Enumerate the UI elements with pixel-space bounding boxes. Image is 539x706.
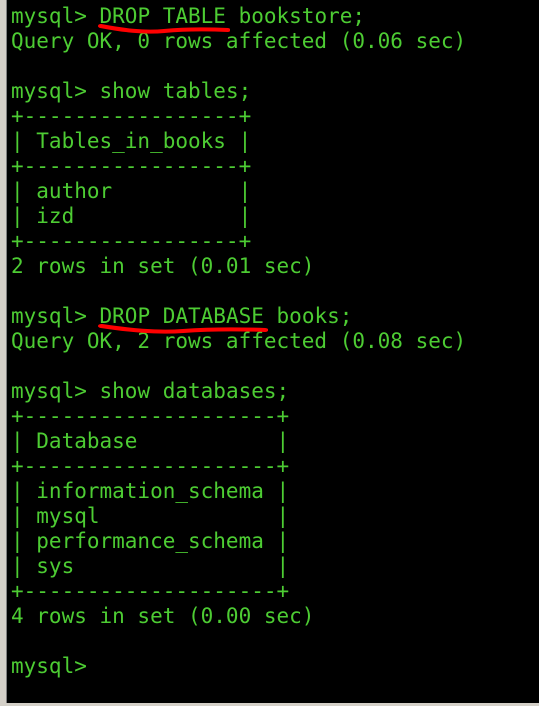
command-line: mysql> DROP DATABASE books; [11,304,539,334]
output-line: 4 rows in set (0.00 sec) [11,604,315,628]
highlighted-command: DROP TABLE [97,4,230,34]
command-text: show databases; [99,379,290,403]
highlighted-command-text: DROP DATABASE [99,304,264,328]
mysql-prompt: mysql> [11,4,100,28]
output-line: Query OK, 2 rows affected (0.08 sec) [11,329,467,353]
output-line: Query OK, 0 rows affected (0.06 sec) [11,29,467,53]
command-line: mysql> DROP TABLE bookstore; [11,4,539,34]
command-text: bookstore; [225,4,366,28]
output-line: | mysql | [11,504,290,528]
output-line: | Tables_in_books | [11,129,252,153]
output-line: +--------------------+ [11,454,290,478]
mysql-prompt: mysql> [11,79,100,103]
output-line: 2 rows in set (0.01 sec) [11,254,315,278]
output-line: +--------------------+ [11,579,290,603]
output-line: | information_schema | [11,479,290,503]
output-line: | Database | [11,429,290,453]
output-line: | author | [11,179,252,203]
highlighted-command: DROP DATABASE [97,304,268,334]
mysql-prompt: mysql> [11,654,100,678]
output-line: | izd | [11,204,252,228]
command-line: mysql> [11,654,539,679]
output-line: +-----------------+ [11,154,252,178]
output-line: | sys | [11,554,290,578]
terminal-output[interactable]: mysql> DROP TABLE bookstore; Query OK, 0 … [11,4,539,679]
output-line: +-----------------+ [11,104,252,128]
highlighted-command-text: DROP TABLE [99,4,226,28]
output-line: +-----------------+ [11,229,252,253]
window-left-border [0,0,7,706]
output-line: +--------------------+ [11,404,290,428]
output-line: | performance_schema | [11,529,290,553]
mysql-prompt: mysql> [11,379,100,403]
command-text: books; [263,304,353,328]
command-line: mysql> show databases; [11,379,539,404]
command-line: mysql> show tables; [11,79,539,104]
terminal-window[interactable]: mysql> DROP TABLE bookstore; Query OK, 0 … [0,0,539,706]
mysql-prompt: mysql> [11,304,100,328]
command-text: show tables; [99,79,252,103]
